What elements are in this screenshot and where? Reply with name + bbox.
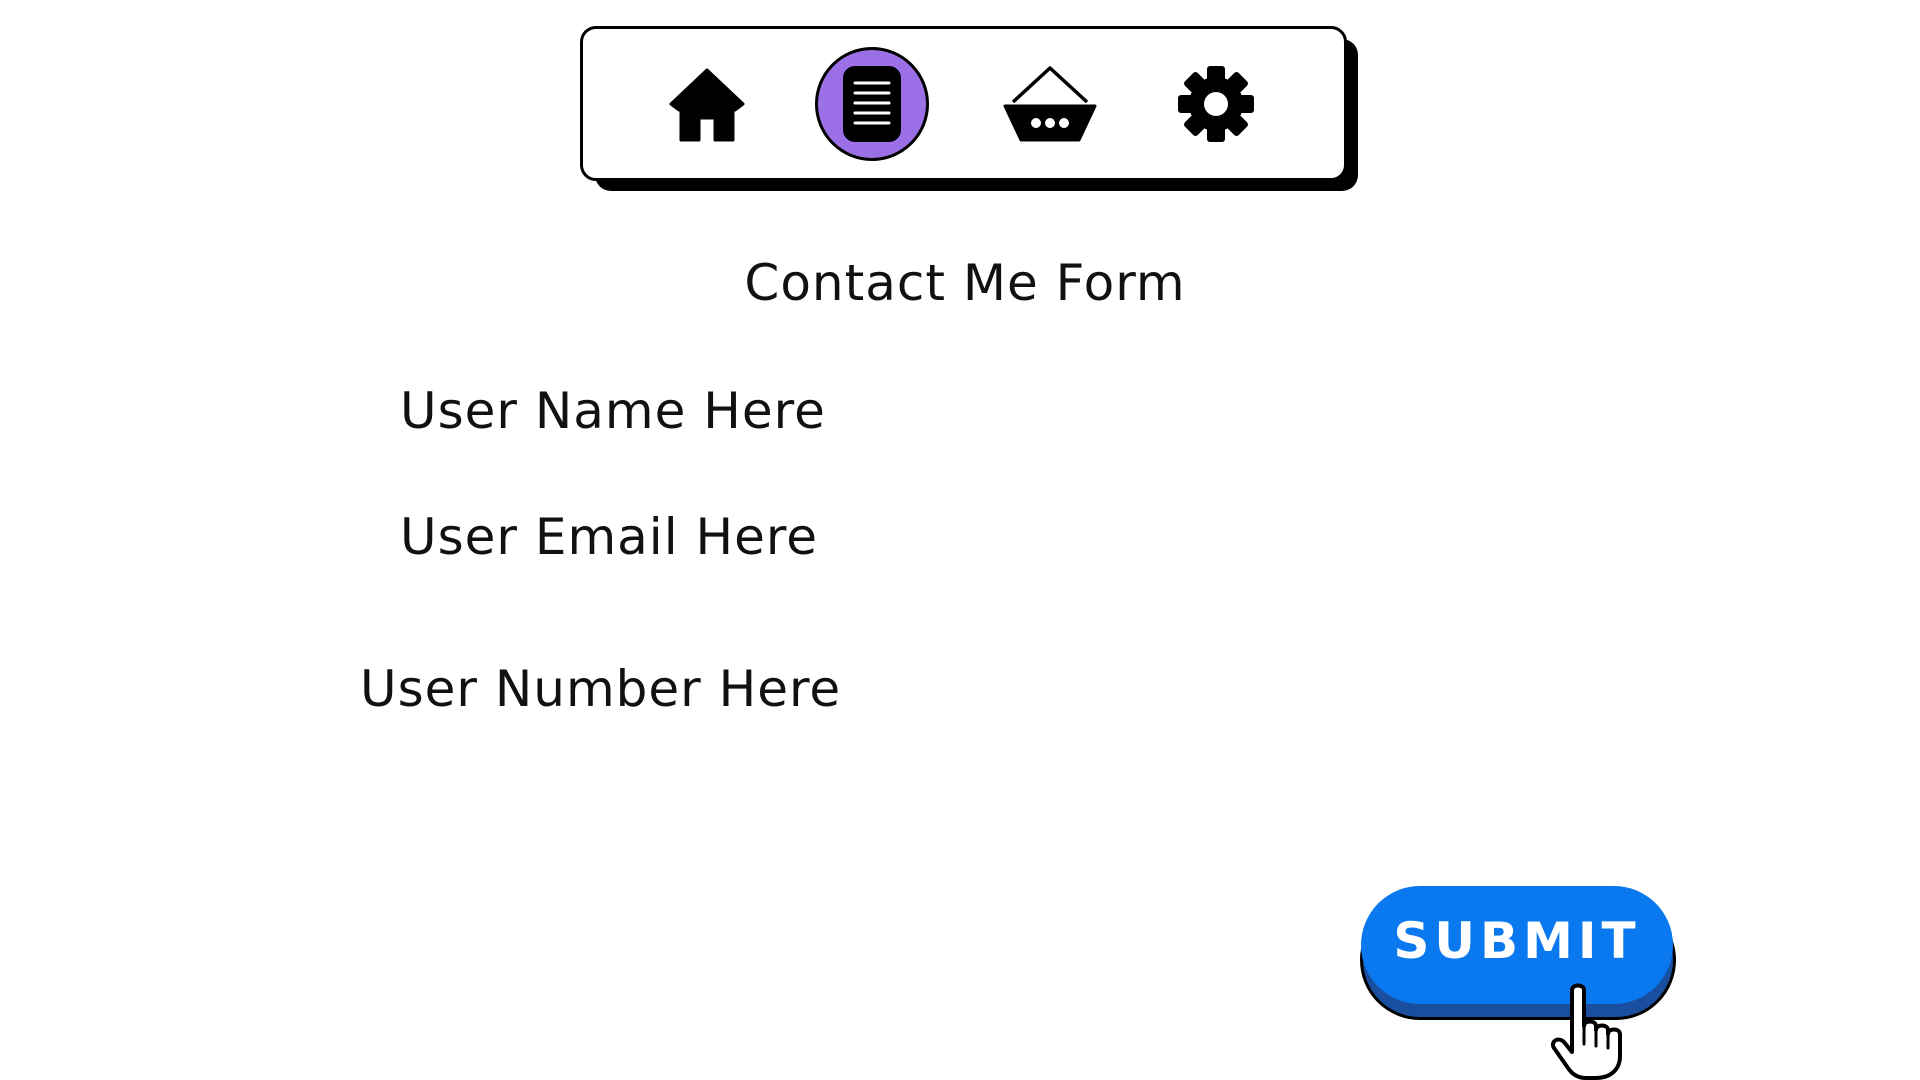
form-title: Contact Me Form [744,254,1186,312]
nav-form-button[interactable] [812,29,932,178]
form-list-icon [841,64,903,144]
navbar [580,26,1347,181]
user-name-field[interactable]: User Name Here [400,382,826,440]
hand-cursor-icon [1550,982,1630,1080]
basket-icon [1003,64,1097,144]
nav-settings-button[interactable] [1156,29,1276,178]
nav-home-button[interactable] [647,29,767,178]
user-number-field[interactable]: User Number Here [360,660,841,718]
home-icon [669,66,745,142]
active-indicator [815,46,929,161]
user-email-field[interactable]: User Email Here [400,508,818,566]
page: Contact Me Form User Name Here User Emai… [0,0,1920,1080]
nav-basket-button[interactable] [990,29,1110,178]
submit-button-wrapper: SUBMIT [1360,886,1678,1022]
gear-icon [1178,64,1254,144]
